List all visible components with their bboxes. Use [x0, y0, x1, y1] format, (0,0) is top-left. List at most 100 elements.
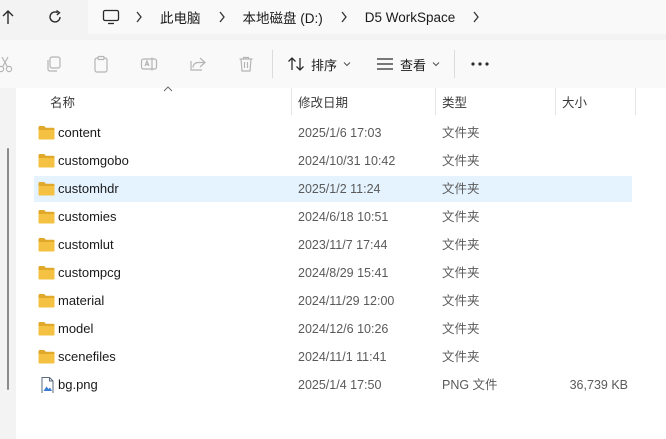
more-icon: [471, 62, 489, 66]
file-modified-date: 2024/6/18 10:51: [298, 210, 389, 224]
file-modified-date: 2025/1/6 17:03: [298, 126, 382, 140]
trash-icon: [239, 56, 253, 72]
share-icon: [190, 57, 206, 71]
file-row[interactable]: bg.png 2025/1/4 17:50 PNG 文件 36,739 KB: [34, 372, 632, 398]
folder-icon: [38, 238, 55, 252]
file-modified-date: 2025/1/2 11:24: [298, 182, 381, 196]
file-type: 文件夹: [442, 210, 480, 224]
arrow-up-icon: [2, 10, 14, 24]
up-button[interactable]: [0, 0, 22, 34]
file-name: model: [58, 321, 94, 336]
file-name: custompcg: [58, 265, 121, 280]
file-modified-date: 2024/11/29 12:00: [298, 294, 395, 308]
delete-button[interactable]: [234, 52, 258, 76]
file-name: material: [58, 293, 105, 308]
chevron-right-icon[interactable]: [128, 11, 150, 23]
command-bar: 排序 查看: [0, 40, 666, 88]
file-type: 文件夹: [442, 322, 480, 336]
cut-button[interactable]: [0, 52, 18, 76]
more-options-button[interactable]: [468, 52, 492, 76]
folder-icon: [38, 294, 55, 308]
address-row: 此电脑 本地磁盘 (D:) D5 WorkSpace: [0, 0, 666, 34]
refresh-icon: [49, 9, 61, 23]
column-divider[interactable]: [291, 88, 292, 115]
folder-icon: [38, 266, 55, 280]
column-divider[interactable]: [635, 88, 636, 115]
file-row[interactable]: customies 2024/6/18 10:51 文件夹: [34, 204, 632, 230]
file-row[interactable]: scenefiles 2024/11/1 11:41 文件夹: [34, 344, 632, 370]
file-type: PNG 文件: [442, 378, 498, 392]
file-type: 文件夹: [442, 266, 480, 280]
breadcrumb: 此电脑 本地磁盘 (D:) D5 WorkSpace: [88, 0, 666, 34]
file-name: customgobo: [58, 153, 129, 168]
folder-icon: [38, 350, 55, 364]
sort-icon: [288, 57, 304, 71]
folder-icon: [38, 322, 55, 336]
column-header-type[interactable]: 类型: [442, 88, 467, 115]
file-row[interactable]: customgobo 2024/10/31 10:42 文件夹: [34, 148, 632, 174]
column-header-name[interactable]: 名称: [50, 88, 75, 115]
chevron-right-icon[interactable]: [211, 11, 233, 23]
file-type: 文件夹: [442, 238, 480, 252]
file-type: 文件夹: [442, 182, 480, 196]
refresh-button[interactable]: [41, 0, 69, 34]
image-file-icon: [41, 377, 54, 393]
file-modified-date: 2023/11/7 17:44: [298, 238, 388, 252]
file-type: 文件夹: [442, 350, 480, 364]
copy-icon: [47, 56, 61, 72]
file-row[interactable]: customhdr 2025/1/2 11:24 文件夹: [34, 176, 632, 202]
rename-button[interactable]: [137, 52, 161, 76]
folder-icon: [38, 126, 55, 140]
column-divider[interactable]: [555, 88, 556, 115]
folder-icon: [38, 182, 55, 196]
file-type: 文件夹: [442, 154, 480, 168]
scissors-icon: [0, 56, 13, 73]
view-button[interactable]: 查看: [376, 51, 440, 77]
computer-icon[interactable]: [94, 9, 128, 25]
view-label: 查看: [400, 57, 427, 73]
chevron-right-icon[interactable]: [333, 11, 355, 23]
file-name: customlut: [58, 237, 114, 252]
scrollbar-thumb[interactable]: [7, 148, 9, 390]
file-size: 36,739 KB: [569, 378, 628, 392]
rename-icon: [140, 57, 158, 71]
file-modified-date: 2025/1/4 17:50: [298, 378, 382, 392]
file-type: 文件夹: [442, 126, 480, 140]
clipboard-icon: [94, 55, 108, 73]
file-name: customies: [58, 209, 117, 224]
file-modified-date: 2024/11/1 11:41: [298, 350, 387, 364]
file-row[interactable]: custompcg 2024/8/29 15:41 文件夹: [34, 260, 632, 286]
breadcrumb-this-pc[interactable]: 此电脑: [150, 7, 211, 27]
file-row[interactable]: material 2024/11/29 12:00 文件夹: [34, 288, 632, 314]
sort-button[interactable]: 排序: [287, 51, 351, 77]
file-type: 文件夹: [442, 294, 480, 308]
folder-icon: [38, 210, 55, 224]
file-modified-date: 2024/8/29 15:41: [298, 266, 389, 280]
breadcrumb-local-disk[interactable]: 本地磁盘 (D:): [233, 7, 333, 27]
chevron-down-icon: [343, 62, 351, 67]
share-button[interactable]: [186, 52, 210, 76]
breadcrumb-workspace[interactable]: D5 WorkSpace: [355, 10, 466, 25]
file-modified-date: 2024/10/31 10:42: [298, 154, 396, 168]
chevron-down-icon: [432, 62, 440, 67]
file-explorer-window: 此电脑 本地磁盘 (D:) D5 WorkSpace 排序 查看 名称 修改日期…: [0, 0, 666, 439]
column-header-date[interactable]: 修改日期: [298, 88, 348, 115]
file-name: content: [58, 125, 101, 140]
file-name: bg.png: [58, 377, 98, 392]
toolbar-divider: [454, 50, 455, 78]
file-row[interactable]: content 2025/1/6 17:03 文件夹: [34, 120, 632, 146]
column-divider[interactable]: [435, 88, 436, 115]
copy-button[interactable]: [42, 52, 66, 76]
paste-button[interactable]: [89, 52, 113, 76]
chevron-right-icon[interactable]: [465, 11, 487, 23]
sort-label: 排序: [311, 57, 338, 73]
sort-ascending-icon: [163, 86, 173, 92]
file-row[interactable]: customlut 2023/11/7 17:44 文件夹: [34, 232, 632, 258]
file-modified-date: 2024/12/6 10:26: [298, 322, 389, 336]
file-name: customhdr: [58, 181, 119, 196]
list-view-icon: [377, 58, 393, 70]
file-row[interactable]: model 2024/12/6 10:26 文件夹: [34, 316, 632, 342]
column-header-size[interactable]: 大小: [562, 88, 587, 115]
file-name: scenefiles: [58, 349, 116, 364]
folder-icon: [38, 154, 55, 168]
